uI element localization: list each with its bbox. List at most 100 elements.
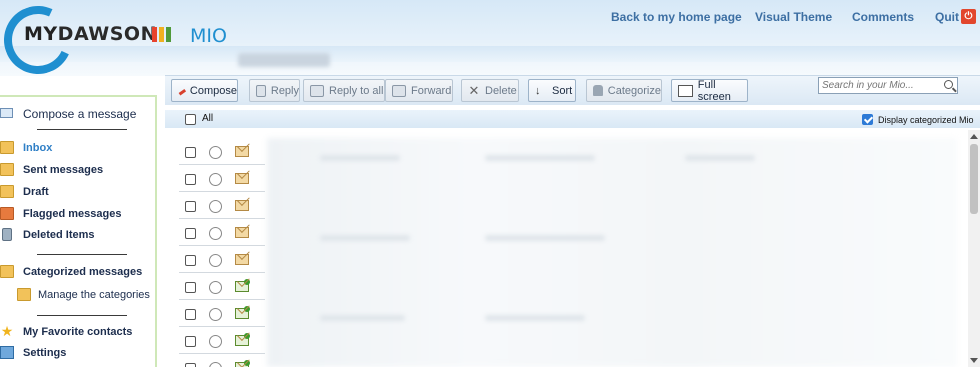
- sidebar-item-label: Flagged messages: [23, 208, 122, 220]
- close-icon: ✕: [468, 82, 480, 98]
- sidebar-item-manage-categories[interactable]: Manage the categories: [0, 287, 155, 303]
- vertical-scrollbar[interactable]: [968, 130, 980, 367]
- read-envelope-icon: [235, 360, 250, 367]
- delete-label: Delete: [485, 84, 517, 97]
- scroll-up-arrow-icon[interactable]: [970, 134, 978, 139]
- categorize-button[interactable]: Categorize: [586, 79, 662, 102]
- row-checkbox[interactable]: [185, 147, 196, 158]
- sort-icon: ↓: [535, 84, 541, 97]
- sidebar-item-label: My Favorite contacts: [23, 326, 133, 338]
- row-flag-radio[interactable]: [209, 335, 222, 348]
- visual-theme-link[interactable]: Visual Theme: [755, 10, 832, 24]
- sidebar-item-label: Deleted Items: [23, 229, 95, 241]
- row-checkbox[interactable]: [185, 336, 196, 347]
- logo-bar-green: [166, 27, 171, 42]
- row-flag-radio[interactable]: [209, 362, 222, 367]
- row-checkbox[interactable]: [185, 255, 196, 266]
- redacted-text: [485, 235, 605, 241]
- table-row[interactable]: [179, 300, 265, 327]
- row-checkbox[interactable]: [185, 201, 196, 212]
- reply-all-button[interactable]: Reply to all: [303, 79, 385, 102]
- table-row[interactable]: [179, 192, 265, 219]
- sidebar-item-deleted[interactable]: Deleted Items: [0, 227, 155, 243]
- delete-button[interactable]: ✕ Delete: [461, 79, 519, 102]
- display-categorized-checkbox[interactable]: [862, 114, 873, 125]
- sidebar-item-flagged[interactable]: Flagged messages: [0, 206, 155, 222]
- comments-link[interactable]: Comments: [852, 10, 914, 24]
- reply-button[interactable]: Reply: [249, 79, 300, 102]
- categorize-label: Categorize: [607, 84, 661, 97]
- flagged-folder-icon: [0, 207, 14, 220]
- logo[interactable]: MYDAWSON: [24, 23, 157, 45]
- header-band: [0, 46, 980, 62]
- settings-icon: [0, 346, 14, 359]
- scroll-down-arrow-icon[interactable]: [970, 358, 978, 363]
- divider: [37, 254, 127, 255]
- unread-envelope-icon: [235, 200, 249, 211]
- search-icon[interactable]: [944, 80, 953, 89]
- message-content-redacted: [267, 138, 957, 367]
- categorize-icon: [593, 85, 603, 96]
- table-row[interactable]: [179, 327, 265, 354]
- row-flag-radio[interactable]: [209, 308, 222, 321]
- sidebar-item-label: Sent messages: [23, 164, 104, 176]
- app-header: MYDAWSON MIO Back to my home page Visual…: [0, 0, 980, 84]
- read-envelope-icon: [235, 333, 250, 346]
- redacted-text: [320, 315, 405, 321]
- logo-dawson: DAWSON: [57, 23, 157, 45]
- table-row[interactable]: [179, 354, 265, 367]
- row-checkbox[interactable]: [185, 363, 196, 367]
- unread-envelope-icon: [235, 227, 249, 238]
- sidebar-item-categorized[interactable]: Categorized messages: [0, 264, 155, 280]
- home-link[interactable]: Back to my home page: [611, 10, 742, 24]
- sidebar-item-draft[interactable]: Draft: [0, 184, 155, 200]
- pen-icon: [176, 86, 187, 95]
- trash-icon: [2, 228, 12, 241]
- full-screen-button[interactable]: Full screen: [671, 79, 748, 103]
- power-icon[interactable]: ⏻: [961, 9, 976, 24]
- row-flag-radio[interactable]: [209, 173, 222, 186]
- search-input[interactable]: [819, 78, 937, 93]
- sidebar-item-favorite-contacts[interactable]: ★ My Favorite contacts: [0, 324, 155, 340]
- read-envelope-icon: [235, 306, 250, 319]
- row-flag-radio[interactable]: [209, 281, 222, 294]
- star-icon: ★: [0, 323, 14, 339]
- table-row[interactable]: [179, 273, 265, 300]
- sidebar-item-settings[interactable]: Settings: [0, 345, 155, 361]
- sort-button[interactable]: ↓ Sort: [528, 79, 576, 102]
- compose-message-link[interactable]: Compose a message: [0, 105, 155, 123]
- forward-button[interactable]: Forward: [385, 79, 453, 102]
- row-flag-radio[interactable]: [209, 146, 222, 159]
- compose-message-label: Compose a message: [23, 107, 137, 121]
- list-header: All Display categorized Mio: [165, 110, 980, 128]
- sidebar-item-label: Draft: [23, 186, 49, 198]
- row-checkbox[interactable]: [185, 309, 196, 320]
- redacted-text: [685, 155, 755, 161]
- row-flag-radio[interactable]: [209, 227, 222, 240]
- row-checkbox[interactable]: [185, 282, 196, 293]
- redacted-text: [485, 315, 585, 321]
- table-row[interactable]: [179, 165, 265, 192]
- sidebar-item-sent[interactable]: Sent messages: [0, 162, 155, 178]
- sidebar-item-label: Inbox: [23, 142, 53, 154]
- select-all-checkbox[interactable]: [185, 114, 196, 125]
- scrollbar-thumb[interactable]: [970, 144, 978, 214]
- search-box[interactable]: [818, 77, 958, 94]
- unread-envelope-icon: [235, 254, 249, 265]
- forward-icon: [392, 84, 406, 97]
- logo-mio: MIO: [190, 25, 227, 47]
- forward-label: Forward: [411, 84, 452, 97]
- row-checkbox[interactable]: [185, 228, 196, 239]
- sidebar-item-inbox[interactable]: Inbox: [0, 140, 155, 156]
- row-flag-radio[interactable]: [209, 254, 222, 267]
- row-checkbox[interactable]: [185, 174, 196, 185]
- quit-link[interactable]: Quit: [935, 10, 959, 24]
- compose-button[interactable]: Compose: [171, 79, 238, 102]
- sidebar-item-label: Settings: [23, 347, 67, 359]
- row-flag-radio[interactable]: [209, 200, 222, 213]
- draft-folder-icon: [0, 185, 14, 198]
- table-row[interactable]: [179, 246, 265, 273]
- table-row[interactable]: [179, 219, 265, 246]
- table-row[interactable]: [179, 138, 265, 165]
- redacted-text: [320, 235, 410, 241]
